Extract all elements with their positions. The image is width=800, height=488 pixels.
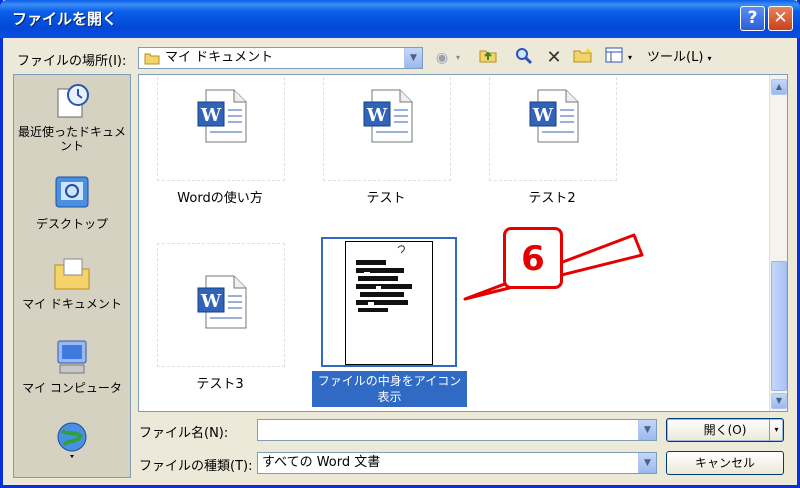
back-icon[interactable]: ◉ xyxy=(431,47,453,69)
scroll-down-icon[interactable]: ▼ xyxy=(771,393,787,409)
my-documents-icon xyxy=(54,258,90,290)
location-label: ファイルの場所(I): xyxy=(17,54,127,69)
filetype-select[interactable]: すべての Word 文書 ▼ xyxy=(257,452,657,474)
word-document-icon: W xyxy=(197,89,247,143)
back-dropdown-icon[interactable]: ▾ xyxy=(453,47,463,69)
file-tile[interactable]: W xyxy=(323,75,451,181)
tools-menu[interactable]: ツール(L) ▾ xyxy=(647,47,727,69)
file-tile[interactable]: W xyxy=(157,243,285,367)
document-preview-image xyxy=(356,245,412,312)
place-label: マイ ドキュメント xyxy=(22,297,122,311)
network-places-icon xyxy=(57,422,87,458)
places-bar: 最近使ったドキュメント デスクトップ マイ ドキュメント マイ コンピュータ xyxy=(13,74,131,478)
svg-text:W: W xyxy=(200,291,222,312)
title-bar: ファイルを開く ? ✕ xyxy=(0,0,800,38)
search-web-icon[interactable] xyxy=(513,47,535,69)
new-folder-icon[interactable] xyxy=(571,47,595,69)
svg-text:W: W xyxy=(532,105,554,126)
views-icon[interactable] xyxy=(603,47,625,69)
word-document-icon: W xyxy=(363,89,413,143)
word-document-icon: W xyxy=(529,89,579,143)
svg-text:W: W xyxy=(200,105,222,126)
svg-text:W: W xyxy=(366,105,388,126)
selected-file-tile[interactable] xyxy=(321,237,457,367)
folder-icon xyxy=(144,53,160,65)
word-document-icon: W xyxy=(197,275,247,329)
recent-documents-icon xyxy=(57,84,89,118)
selected-file-name: ファイルの中身をアイコン表示 xyxy=(312,371,467,407)
document-preview xyxy=(345,241,433,365)
place-recent-documents[interactable]: 最近使ったドキュメント xyxy=(14,81,130,153)
tools-dropdown-icon: ▾ xyxy=(707,54,712,63)
cancel-button[interactable]: キャンセル xyxy=(666,451,784,475)
open-button-label: 開く(O) xyxy=(703,423,747,437)
place-my-computer[interactable]: マイ コンピュータ xyxy=(14,337,130,395)
place-label: デスクトップ xyxy=(35,217,108,231)
location-combo[interactable]: マイ ドキュメント ▼ xyxy=(138,47,423,69)
scroll-thumb[interactable] xyxy=(771,261,787,391)
help-button[interactable]: ? xyxy=(740,6,765,31)
place-label: マイ コンピュータ xyxy=(22,381,122,395)
location-value: マイ ドキュメント xyxy=(165,50,274,65)
chevron-down-icon[interactable]: ▼ xyxy=(638,453,656,473)
place-desktop[interactable]: デスクトップ xyxy=(14,173,130,231)
window-title: ファイルを開く xyxy=(12,10,118,28)
place-label: 最近使ったドキュメント xyxy=(17,125,126,153)
file-name: テスト2 xyxy=(528,191,576,206)
chevron-down-icon[interactable]: ▼ xyxy=(404,48,422,68)
views-dropdown-icon[interactable]: ▾ xyxy=(625,47,635,69)
chevron-down-icon[interactable]: ▼ xyxy=(638,420,656,440)
filename-input[interactable]: ▼ xyxy=(257,419,657,441)
file-name: Wordの使い方 xyxy=(177,191,263,206)
place-my-documents[interactable]: マイ ドキュメント xyxy=(14,253,130,311)
up-folder-icon[interactable] xyxy=(477,47,499,69)
scroll-up-icon[interactable]: ▲ xyxy=(771,79,787,95)
tools-menu-label: ツール(L) xyxy=(647,50,704,65)
desktop-icon xyxy=(55,176,89,208)
file-name: テスト xyxy=(366,191,406,206)
file-list-view[interactable]: W Wordの使い方 W テスト W テスト2 W テスト3 ファイルの中身をア… xyxy=(138,74,788,412)
step-callout: 6 xyxy=(503,227,563,289)
file-tile[interactable]: W xyxy=(157,75,285,181)
filetype-label: ファイルの種類(T): xyxy=(139,459,253,474)
file-name: テスト3 xyxy=(196,377,244,392)
file-tile[interactable]: W xyxy=(489,75,617,181)
vertical-scrollbar[interactable]: ▲ ▼ xyxy=(769,75,787,411)
open-file-dialog: ファイルを開く ? ✕ ファイルの場所(I): マイ ドキュメント ▼ ◉ ▾ … xyxy=(0,0,800,488)
close-button[interactable]: ✕ xyxy=(768,6,793,31)
place-network[interactable] xyxy=(14,419,130,463)
my-computer-icon xyxy=(57,340,87,374)
open-button[interactable]: 開く(O) ▾ xyxy=(666,418,784,442)
filetype-value: すべての Word 文書 xyxy=(262,455,381,470)
open-dropdown-icon[interactable]: ▾ xyxy=(769,419,783,441)
filename-label: ファイル名(N): xyxy=(139,426,229,441)
delete-icon[interactable]: ✕ xyxy=(543,47,565,69)
